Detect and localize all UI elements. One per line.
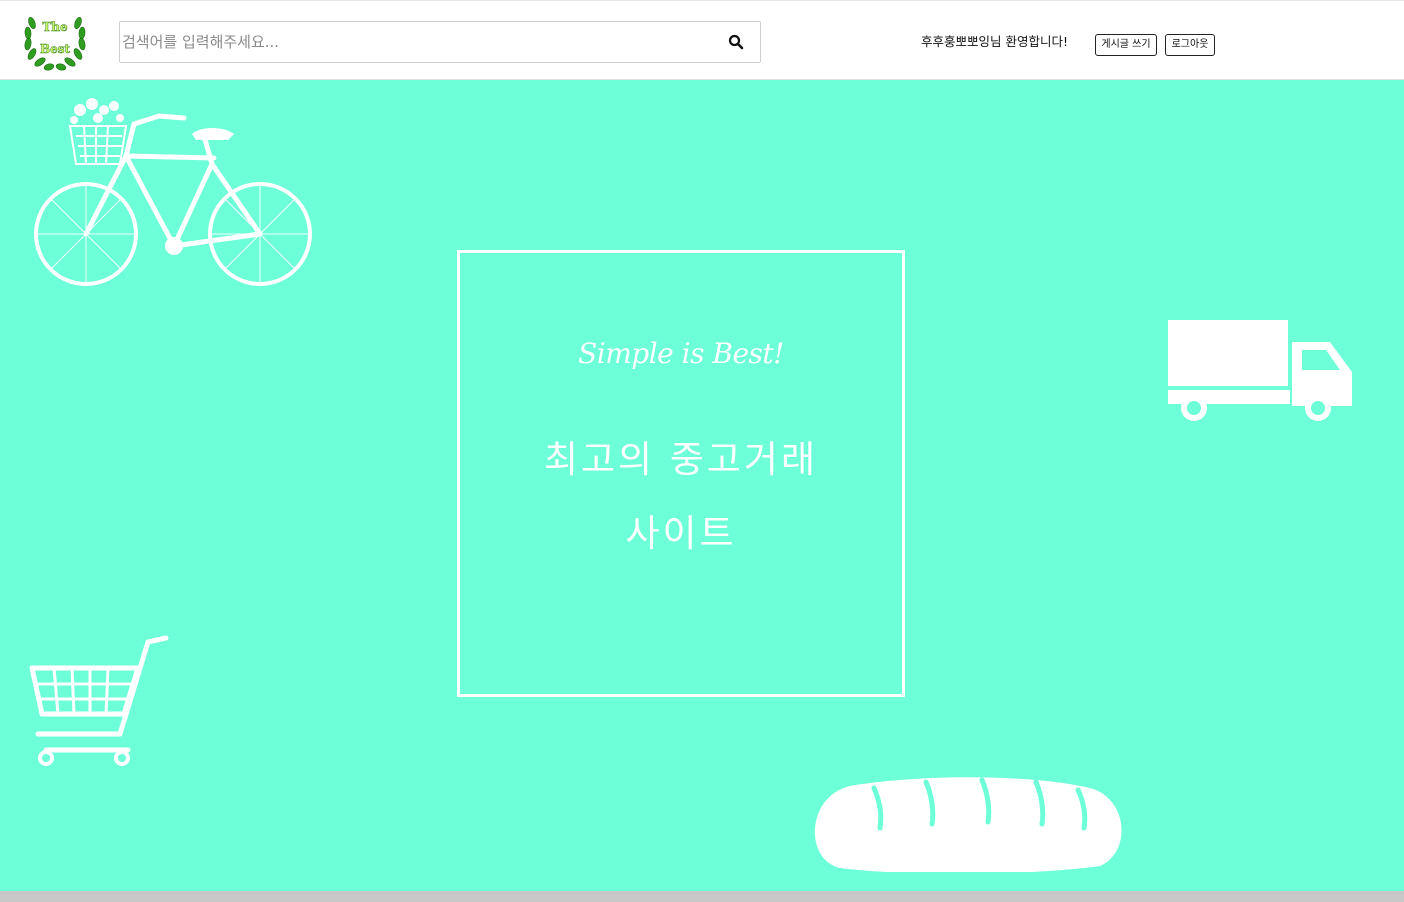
- truck-icon: [1168, 320, 1352, 421]
- site-logo[interactable]: The Best: [22, 9, 88, 73]
- laurel-logo-icon: The Best: [24, 16, 86, 71]
- search-box: [119, 21, 761, 63]
- footer-bar: [0, 891, 1404, 902]
- hero-frame: Simple is Best! 최고의 중고거래 사이트: [457, 250, 905, 697]
- hero-banner: Simple is Best! 최고의 중고거래 사이트: [0, 80, 1404, 891]
- hero-title-line1: 최고의 중고거래: [543, 438, 819, 481]
- shopping-cart-icon: [29, 635, 169, 766]
- search-input[interactable]: [122, 22, 702, 62]
- logo-text-top: The: [42, 20, 68, 34]
- hero-slogan: Simple is Best!: [578, 337, 784, 370]
- write-post-button[interactable]: 게시글 쓰기: [1095, 34, 1157, 56]
- search-button[interactable]: [728, 34, 744, 50]
- logout-button[interactable]: 로그아웃: [1165, 34, 1215, 56]
- welcome-message: 후후훙뽀뽀잉님 환영합니다!: [921, 34, 1068, 49]
- bicycle-icon: [34, 98, 312, 286]
- top-header: The Best 후후훙뽀뽀잉님 환영합니다! 게시글 쓰기 로그아웃: [0, 0, 1404, 80]
- bread-icon: [814, 777, 1122, 872]
- search-icon: [728, 34, 744, 50]
- logo-text-bottom: Best: [40, 42, 71, 56]
- hero-title-line2: 사이트: [625, 512, 737, 555]
